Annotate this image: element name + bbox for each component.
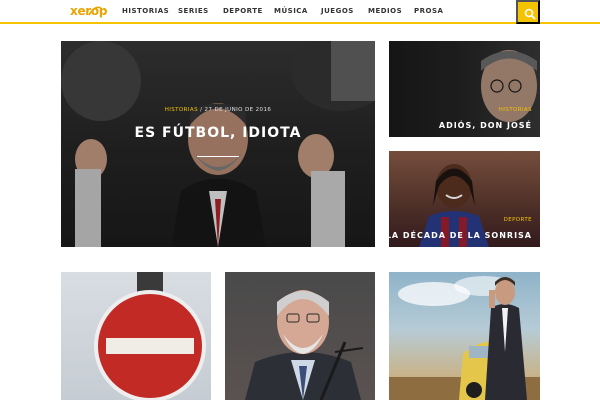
article-meta: DEPORTE [504, 217, 532, 223]
logo-swoosh-icon [88, 6, 102, 16]
featured-article-date: 27 DE JUNIO DE 2016 [204, 107, 272, 113]
article-category[interactable]: DEPORTE [504, 217, 532, 223]
nav-item-historias[interactable]: HISTORIAS [122, 7, 169, 15]
article-meta: HISTORIAS [499, 107, 532, 113]
article-photo-man-car [389, 276, 540, 400]
nav-item-prosa[interactable]: PROSA [414, 7, 443, 15]
featured-article-title[interactable]: ES FÚTBOL, IDIOTA [61, 125, 375, 141]
article-title[interactable]: ADIÓS, DON JOSÉ [439, 121, 532, 130]
nav-item-juegos[interactable]: JUEGOS [321, 7, 354, 15]
no-entry-sign-icon [94, 272, 206, 400]
featured-article-category[interactable]: HISTORIAS [165, 107, 198, 113]
title-divider [197, 156, 239, 157]
article-category[interactable]: HISTORIAS [499, 107, 532, 113]
featured-article-meta: HISTORIAS / 27 DE JUNIO DE 2016 [61, 107, 375, 113]
article-card-speaker[interactable] [225, 272, 375, 400]
article-photo-speaker [245, 290, 364, 400]
article-title[interactable]: LA DÉCADA DE LA SONRISA [389, 231, 532, 240]
top-navigation-bar: xerop HISTORIAS SERIES DEPORTE MÚSICA JU… [0, 0, 600, 24]
nav-item-deporte[interactable]: DEPORTE [223, 7, 263, 15]
article-card-la-decada-de-la-sonrisa[interactable]: DEPORTE LA DÉCADA DE LA SONRISA [389, 151, 540, 247]
article-card-phone-man[interactable] [389, 272, 540, 400]
article-card-adios-don-jose[interactable]: HISTORIAS ADIÓS, DON JOSÉ [389, 41, 540, 137]
search-button[interactable] [516, 0, 540, 24]
article-card-no-entry[interactable] [61, 272, 211, 400]
nav-item-series[interactable]: SERIES [178, 7, 209, 15]
search-icon [524, 8, 536, 20]
nav-item-medios[interactable]: MEDIOS [368, 7, 402, 15]
featured-article-card[interactable]: HISTORIAS / 27 DE JUNIO DE 2016 ES FÚTBO… [61, 41, 375, 247]
nav-item-musica[interactable]: MÚSICA [274, 7, 308, 15]
featured-article-photo [61, 41, 375, 247]
